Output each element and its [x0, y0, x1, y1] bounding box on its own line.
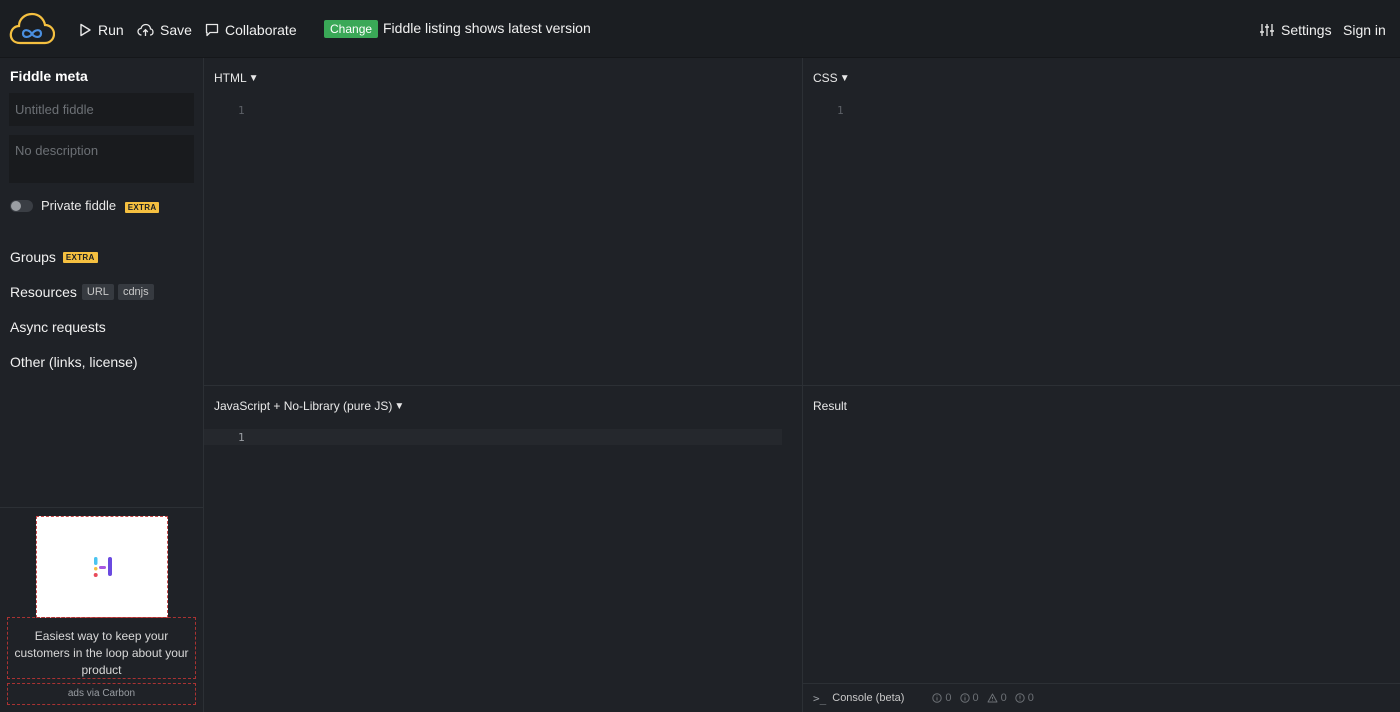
fiddle-description-input[interactable] — [9, 135, 194, 183]
sidebar-item-async-requests[interactable]: Async requests — [10, 319, 106, 335]
chat-bubble-icon — [205, 23, 219, 37]
extra-badge: EXTRA — [62, 251, 98, 263]
top-bar: Run Save Collaborate Change Fiddle listi… — [0, 0, 1400, 58]
private-fiddle-label: Private fiddle — [41, 198, 117, 213]
sidebar-item-label: Async requests — [10, 319, 106, 335]
sign-in-button[interactable]: Sign in — [1343, 19, 1386, 41]
run-button[interactable]: Run — [79, 19, 124, 41]
save-label: Save — [160, 22, 192, 38]
line-number: 1 — [837, 104, 844, 117]
ad-attribution[interactable]: ads via Carbon — [7, 683, 196, 705]
carbon-ad: Easiest way to keep your customers in th… — [0, 507, 203, 712]
sidebar: Fiddle meta Private fiddle EXTRA Groups … — [0, 58, 204, 712]
error-circle-icon — [1015, 693, 1025, 703]
fiddle-title-input[interactable] — [9, 93, 194, 126]
sliders-icon — [1260, 24, 1274, 36]
sidebar-item-other[interactable]: Other (links, license) — [10, 354, 138, 370]
settings-button[interactable]: Settings — [1259, 19, 1332, 41]
console-info-count: 0 — [959, 692, 979, 704]
console-error-count: 0 — [1015, 692, 1034, 704]
console-log-count: 0 — [932, 692, 952, 704]
jsfiddle-cloud-logo-icon[interactable] — [9, 12, 55, 46]
sidebar-item-groups[interactable]: Groups EXTRA — [10, 249, 98, 265]
active-line-highlight — [204, 429, 782, 445]
private-fiddle-toggle[interactable] — [10, 200, 33, 212]
ad-text[interactable]: Easiest way to keep your customers in th… — [7, 617, 196, 679]
sidebar-item-resources[interactable]: Resources URL cdnjs — [10, 284, 154, 300]
js-panel[interactable]: JavaScript + No-Library (pure JS) ▼ 1 — [204, 386, 802, 712]
caret-down-icon: ▼ — [394, 400, 405, 412]
run-label: Run — [98, 22, 124, 38]
resource-url-tag[interactable]: URL — [81, 284, 114, 300]
settings-label: Settings — [1281, 22, 1332, 38]
save-button[interactable]: Save — [137, 19, 192, 41]
sidebar-title: Fiddle meta — [10, 68, 88, 84]
play-icon — [80, 23, 91, 37]
js-panel-header[interactable]: JavaScript + No-Library (pure JS) ▼ — [214, 399, 404, 413]
ad-logo-icon — [93, 557, 112, 577]
console-warning-count: 0 — [987, 692, 1007, 704]
css-panel-header[interactable]: CSS ▼ — [813, 71, 850, 85]
change-text: Fiddle listing shows latest version — [383, 20, 591, 36]
css-panel[interactable]: CSS ▼ 1 — [803, 58, 1400, 385]
horizontal-resize-handle[interactable] — [204, 385, 1400, 386]
info-circle-icon — [932, 693, 943, 703]
result-panel-label: Result — [813, 399, 848, 413]
caret-down-icon: ▼ — [248, 72, 259, 84]
caret-down-icon: ▼ — [839, 72, 850, 84]
collaborate-button[interactable]: Collaborate — [205, 19, 297, 41]
private-fiddle-row: Private fiddle EXTRA — [41, 198, 160, 213]
resource-cdnjs-tag[interactable]: cdnjs — [117, 284, 154, 300]
html-panel-header[interactable]: HTML ▼ — [214, 71, 259, 85]
js-panel-label: JavaScript + No-Library (pure JS) — [214, 399, 393, 413]
collaborate-label: Collaborate — [225, 22, 297, 38]
sidebar-item-label: Resources — [10, 284, 77, 300]
result-panel-header: Result — [813, 399, 847, 413]
extra-badge: EXTRA — [124, 202, 160, 213]
info-circle-icon — [959, 693, 970, 703]
html-panel[interactable]: HTML ▼ 1 — [204, 58, 802, 385]
cloud-upload-icon — [137, 23, 154, 36]
console-label: Console (beta) — [832, 692, 905, 704]
css-panel-label: CSS — [813, 71, 838, 85]
terminal-prompt-icon: >_ — [813, 691, 827, 705]
line-number: 1 — [238, 431, 245, 444]
sidebar-item-label: Groups — [10, 249, 56, 265]
result-panel[interactable]: Result — [803, 386, 1400, 683]
sidebar-item-label: Other (links, license) — [10, 354, 138, 370]
console-bar[interactable]: >_ Console (beta) 0 0 0 0 — [803, 683, 1400, 712]
warning-triangle-icon — [987, 693, 998, 703]
ad-image[interactable] — [36, 516, 168, 618]
line-number: 1 — [238, 104, 245, 117]
change-badge[interactable]: Change — [324, 20, 379, 38]
sign-in-label: Sign in — [1343, 22, 1386, 38]
html-panel-label: HTML — [214, 71, 247, 85]
